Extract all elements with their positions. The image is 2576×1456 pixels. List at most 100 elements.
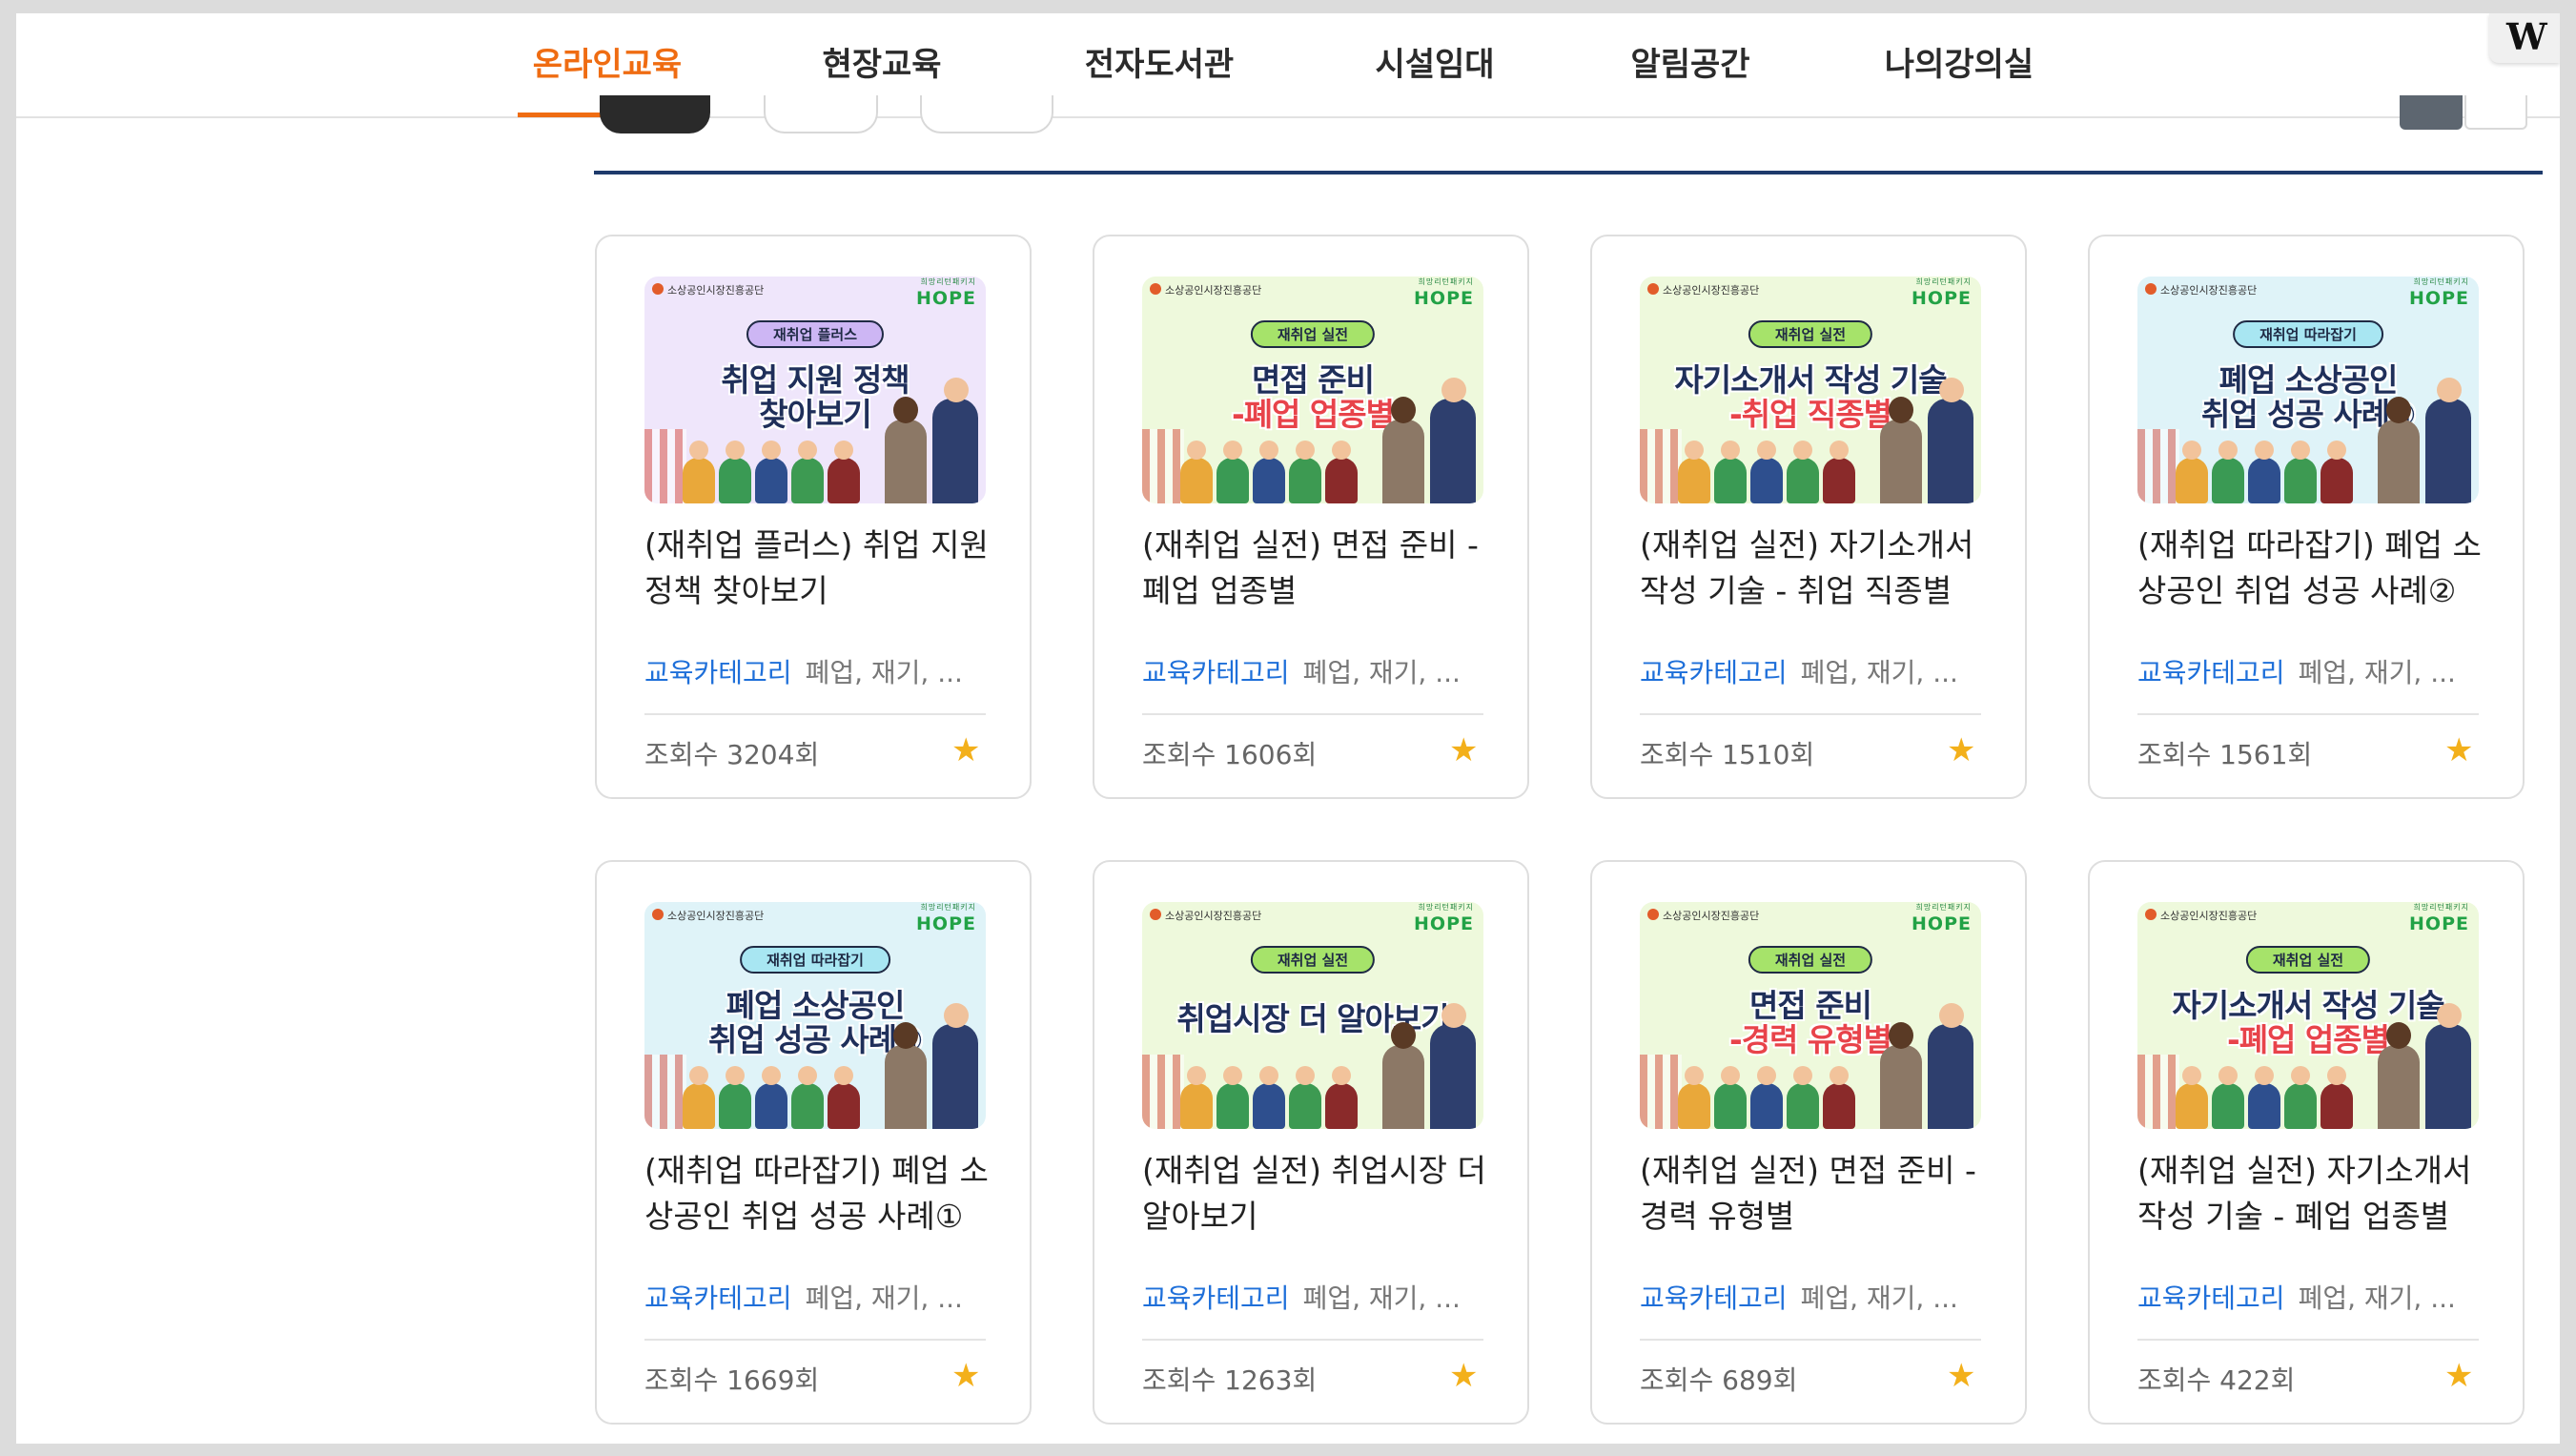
view-count: 조회수 689회 (1640, 1364, 1798, 1396)
section-divider (594, 171, 2543, 174)
course-title[interactable]: (재취업 따라잡기) 폐업 소상공인 취업 성공 사례② (2137, 523, 2490, 614)
card-divider (1640, 1339, 1981, 1341)
org-logo-icon (1150, 909, 1161, 920)
person-figure (2320, 1066, 2353, 1129)
grid-view-button[interactable] (2400, 95, 2463, 130)
course-thumbnail[interactable]: 소상공인시장진흥공단 희망리턴패키지 HOPE 재취업 실전 자기소개서 작성 기술 -폐… (2137, 902, 2479, 1129)
favorite-star-icon[interactable]: ★ (1449, 734, 1478, 767)
category-link[interactable]: 교육카테고리 (2137, 1282, 2285, 1314)
hope-logo-text: HOPE (916, 913, 976, 934)
course-thumbnail[interactable]: 소상공인시장진흥공단 희망리턴패키지 HOPE 재취업 실전 면접 준비 -경력 유형별 (1640, 902, 1981, 1129)
filter-pill[interactable] (920, 95, 1053, 133)
course-title[interactable]: (재취업 실전) 자기소개서 작성 기술 - 폐업 업종별 (2137, 1148, 2490, 1240)
favorite-star-icon[interactable]: ★ (1449, 1360, 1478, 1392)
org-name: 소상공인시장진흥공단 (2160, 284, 2258, 297)
thumbnail-series-tag: 재취업 실전 (1748, 946, 1873, 974)
hope-logo-subtitle: 희망리턴패키지 (920, 277, 976, 286)
course-card[interactable]: 소상공인시장진흥공단 희망리턴패키지 HOPE 재취업 실전 면접 준비 -폐업 업종별 (… (1093, 235, 1529, 799)
people-illustration (1180, 441, 1371, 503)
view-count: 조회수 1669회 (644, 1364, 820, 1396)
w-logo-icon: W (2506, 15, 2547, 58)
org-logo-icon (1647, 283, 1659, 295)
nav-notice-space[interactable]: 알림공간 (1614, 13, 1767, 116)
person-figure (1787, 1066, 1819, 1129)
course-card[interactable]: 소상공인시장진흥공단 희망리턴패키지 HOPE 재취업 실전 취업시장 더 알아보기 (재… (1093, 860, 1529, 1425)
thumbnail-series-tag: 재취업 실전 (1748, 320, 1873, 348)
course-thumbnail[interactable]: 소상공인시장진흥공단 희망리턴패키지 HOPE 재취업 실전 취업시장 더 알아보기 (1142, 902, 1483, 1129)
person-figure (2320, 441, 2353, 503)
card-divider (644, 713, 986, 715)
category-row: 교육카테고리 폐업, 재기, ... (2137, 1278, 2490, 1316)
person-figure (791, 441, 824, 503)
course-title[interactable]: (재취업 따라잡기) 폐업 소상공인 취업 성공 사례① (644, 1148, 997, 1240)
category-link[interactable]: 교육카테고리 (644, 1282, 792, 1314)
person-figure (1750, 1066, 1783, 1129)
course-card[interactable]: 소상공인시장진흥공단 희망리턴패키지 HOPE 재취업 플러스 취업 지원 정책 찾아보기… (595, 235, 1032, 799)
course-thumbnail[interactable]: 소상공인시장진흥공단 희망리턴패키지 HOPE 재취업 실전 자기소개서 작성 기술 -취… (1640, 277, 1981, 503)
hope-logo-text: HOPE (1912, 913, 1972, 934)
nav-e-library[interactable]: 전자도서관 (1069, 13, 1250, 116)
category-link[interactable]: 교육카테고리 (644, 657, 792, 688)
category-row: 교육카테고리 폐업, 재기, ... (1142, 652, 1495, 690)
course-card[interactable]: 소상공인시장진흥공단 희망리턴패키지 HOPE 재취업 실전 자기소개서 작성 기술 -폐… (2088, 860, 2525, 1425)
hope-logo-text: HOPE (1912, 288, 1972, 309)
course-title[interactable]: (재취업 실전) 면접 준비 - 폐업 업종별 (1142, 523, 1495, 614)
category-link[interactable]: 교육카테고리 (1142, 657, 1290, 688)
favorite-star-icon[interactable]: ★ (951, 734, 980, 767)
host-figure (1430, 378, 1476, 503)
org-logo-icon (1647, 909, 1659, 920)
course-tags: 폐업, 재기, ... (2298, 657, 2456, 688)
person-figure (2212, 441, 2244, 503)
thumbnail-series-tag: 재취업 따라잡기 (740, 946, 890, 974)
card-divider (2137, 1339, 2479, 1341)
favorite-star-icon[interactable]: ★ (951, 1360, 980, 1392)
nav-facility-rental[interactable]: 시설임대 (1359, 13, 1511, 116)
category-link[interactable]: 교육카테고리 (1640, 1282, 1788, 1314)
category-link[interactable]: 교육카테고리 (2137, 657, 2285, 688)
people-illustration (683, 441, 873, 503)
course-tags: 폐업, 재기, ... (805, 657, 963, 688)
course-thumbnail[interactable]: 소상공인시장진흥공단 희망리턴패키지 HOPE 재취업 실전 면접 준비 -폐업 업종별 (1142, 277, 1483, 503)
view-count: 조회수 1606회 (1142, 739, 1318, 770)
course-title[interactable]: (재취업 실전) 취업시장 더 알아보기 (1142, 1148, 1495, 1240)
course-thumbnail[interactable]: 소상공인시장진흥공단 희망리턴패키지 HOPE 재취업 따라잡기 폐업 소상공인 취업 성… (644, 902, 986, 1129)
extension-logo-badge[interactable]: W (2489, 13, 2560, 63)
person-figure (719, 441, 751, 503)
course-card[interactable]: 소상공인시장진흥공단 희망리턴패키지 HOPE 재취업 실전 면접 준비 -경력 유형별(… (1590, 860, 2027, 1425)
favorite-star-icon[interactable]: ★ (2444, 1360, 2473, 1392)
hope-logo: 희망리턴패키지 HOPE (1912, 903, 1972, 934)
category-row: 교육카테고리 폐업, 재기, ... (1640, 1278, 1993, 1316)
filter-pill[interactable] (764, 95, 878, 133)
org-logo: 소상공인시장진흥공단 (652, 282, 764, 297)
favorite-star-icon[interactable]: ★ (2444, 734, 2473, 767)
course-thumbnail[interactable]: 소상공인시장진흥공단 희망리턴패키지 HOPE 재취업 따라잡기 폐업 소상공인 취업 성… (2137, 277, 2479, 503)
course-thumbnail[interactable]: 소상공인시장진흥공단 희망리턴패키지 HOPE 재취업 플러스 취업 지원 정책 찾아보기 (644, 277, 986, 503)
hope-logo-text: HOPE (1414, 288, 1474, 309)
list-view-button[interactable] (2464, 95, 2527, 130)
course-title[interactable]: (재취업 플러스) 취업 지원 정책 찾아보기 (644, 523, 997, 614)
category-row: 교육카테고리 폐업, 재기, ... (2137, 652, 2490, 690)
thumbnail-series-tag: 재취업 실전 (2245, 946, 2371, 974)
nav-my-classroom[interactable]: 나의강의실 (1870, 13, 2049, 116)
favorite-star-icon[interactable]: ★ (1947, 734, 1975, 767)
host-figure (2425, 1003, 2471, 1129)
category-link[interactable]: 교육카테고리 (1142, 1282, 1290, 1314)
org-name: 소상공인시장진흥공단 (2160, 910, 2258, 922)
person-figure (683, 441, 715, 503)
view-count: 조회수 3204회 (644, 739, 820, 770)
category-link[interactable]: 교육카테고리 (1640, 657, 1788, 688)
course-title[interactable]: (재취업 실전) 자기소개서 작성 기술 - 취업 직종별 (1640, 523, 1993, 614)
person-figure (2176, 1066, 2208, 1129)
hope-logo-text: HOPE (2409, 913, 2469, 934)
course-card[interactable]: 소상공인시장진흥공단 희망리턴패키지 HOPE 재취업 따라잡기 폐업 소상공인 취업 성… (595, 860, 1032, 1425)
course-card[interactable]: 소상공인시장진흥공단 희망리턴패키지 HOPE 재취업 따라잡기 폐업 소상공인 취업 성… (2088, 235, 2525, 799)
favorite-star-icon[interactable]: ★ (1947, 1360, 1975, 1392)
presenter-figure (1382, 397, 1424, 503)
course-card[interactable]: 소상공인시장진흥공단 희망리턴패키지 HOPE 재취업 실전 자기소개서 작성 기술 -취… (1590, 235, 2027, 799)
filter-pill-selected[interactable] (600, 95, 710, 133)
person-figure (719, 1066, 751, 1129)
category-row: 교육카테고리 폐업, 재기, ... (644, 1278, 997, 1316)
people-illustration (2176, 1066, 2366, 1129)
hope-logo-subtitle: 희망리턴패키지 (1418, 903, 1474, 912)
course-title[interactable]: (재취업 실전) 면접 준비 - 경력 유형별 (1640, 1148, 1993, 1240)
